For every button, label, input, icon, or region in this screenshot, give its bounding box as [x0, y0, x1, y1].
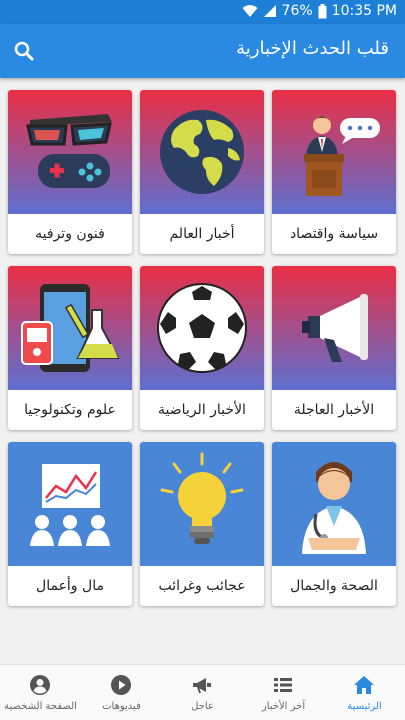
category-label: سياسة واقتصاد [289, 226, 379, 242]
clock: 10:35 PM [331, 3, 397, 19]
politician-podium-icon [272, 90, 396, 214]
account-icon [30, 675, 50, 695]
nav-label: فيديوهات [102, 701, 141, 712]
signal-icon [263, 4, 277, 18]
category-card-wonders[interactable]: عجائب وغرائب [140, 442, 264, 606]
category-card-business[interactable]: مال وأعمال [8, 442, 132, 606]
nav-breaking[interactable]: عاجل [162, 665, 243, 720]
category-card-breaking[interactable]: الأخبار العاجلة [272, 266, 396, 430]
nav-profile[interactable]: الصفحة الشخصية [0, 665, 81, 720]
category-label: فنون وترفيه [35, 226, 105, 242]
nav-label: عاجل [191, 701, 214, 712]
nav-label: آخر الأخبار [261, 701, 306, 712]
search-icon [12, 41, 36, 67]
category-label: علوم وتكنولوجيا [24, 402, 116, 418]
search-button[interactable] [12, 39, 36, 63]
globe-icon [140, 90, 264, 214]
nav-latest-news[interactable]: آخر الأخبار [243, 665, 324, 720]
light-bulb-icon [140, 442, 264, 566]
play-icon [111, 675, 131, 695]
category-label: مال وأعمال [36, 578, 104, 594]
nav-label: الصفحة الشخصية [4, 701, 77, 712]
devices-flask-icon [8, 266, 132, 390]
battery-percent: 76% [281, 3, 313, 19]
megaphone-icon [272, 266, 396, 390]
megaphone-icon [193, 678, 211, 693]
battery-icon [318, 3, 327, 19]
status-bar: 76% 10:35 PM [0, 0, 405, 24]
category-card-science[interactable]: علوم وتكنولوجيا [8, 266, 132, 430]
soccer-ball-icon [140, 266, 264, 390]
nav-label: الرئيسية [347, 701, 382, 712]
nav-videos[interactable]: فيديوهات [81, 665, 162, 720]
app-title: قلب الحدث الإخبارية [236, 38, 389, 59]
category-label: الأخبار الرياضية [158, 402, 246, 418]
category-label: الصحة والجمال [290, 578, 378, 594]
category-label: عجائب وغرائب [158, 578, 246, 594]
bottom-navigation: الرئيسية آخر الأخبار عاجل فيديوهات الصفح… [0, 664, 405, 720]
nav-home[interactable]: الرئيسية [324, 665, 405, 720]
category-card-health[interactable]: الصحة والجمال [272, 442, 396, 606]
3d-glasses-gamepad-icon [8, 90, 132, 214]
category-card-politics[interactable]: سياسة واقتصاد [272, 90, 396, 254]
app-bar: قلب الحدث الإخبارية [0, 24, 405, 78]
category-card-world[interactable]: أخبار العالم [140, 90, 264, 254]
category-label: الأخبار العاجلة [293, 402, 375, 418]
doctor-icon [272, 442, 396, 566]
home-icon [354, 676, 374, 694]
category-card-sports[interactable]: الأخبار الرياضية [140, 266, 264, 430]
wifi-icon [242, 4, 258, 18]
business-meeting-chart-icon [8, 442, 132, 566]
category-label: أخبار العالم [169, 226, 235, 242]
list-icon [274, 678, 292, 692]
category-card-arts[interactable]: فنون وترفيه [8, 90, 132, 254]
